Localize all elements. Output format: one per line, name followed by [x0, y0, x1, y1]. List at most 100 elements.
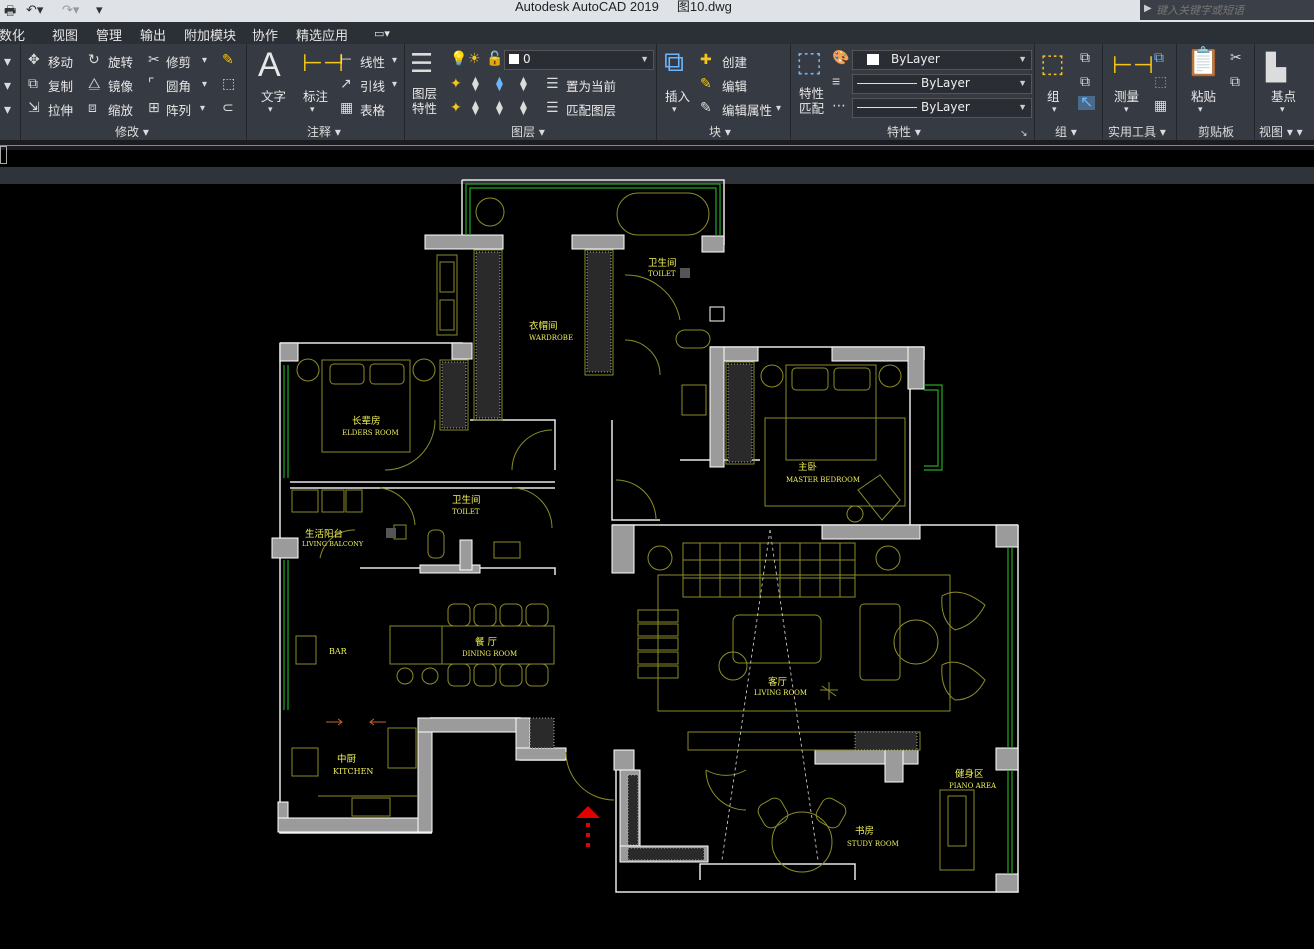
ungroup-icon[interactable]: ⧉: [1080, 50, 1090, 64]
tab-overflow-icon[interactable]: ▭▾: [374, 27, 390, 40]
paste-button[interactable]: 粘贴: [1191, 86, 1216, 105]
tab-addins[interactable]: 附加模块: [184, 25, 236, 44]
explode-icon[interactable]: ⬚: [222, 76, 235, 90]
linear-button[interactable]: 线性: [360, 52, 385, 71]
paste-dropdown-icon[interactable]: ▾: [1198, 102, 1203, 116]
edit-attributes-dropdown-icon[interactable]: ▾: [776, 102, 781, 116]
scale-button[interactable]: 缩放: [108, 100, 133, 119]
trim-dropdown-icon[interactable]: ▾: [202, 54, 207, 68]
fillet-icon[interactable]: ⌜: [148, 76, 155, 90]
edit-attributes-icon[interactable]: ✎: [700, 100, 712, 114]
trim-icon[interactable]: ✂: [148, 52, 160, 66]
layer-properties-icon[interactable]: ☰: [410, 50, 433, 76]
print-icon[interactable]: 🖶: [4, 2, 16, 24]
dimension-button[interactable]: 标注: [303, 86, 328, 105]
redo-icon[interactable]: ↷▾: [62, 2, 79, 18]
array-button[interactable]: 阵列: [166, 100, 191, 119]
lineweight-icon[interactable]: ⋯: [832, 98, 846, 112]
base-dropdown-icon[interactable]: ▾: [1280, 102, 1285, 116]
insert-dropdown-icon[interactable]: ▾: [672, 102, 677, 116]
search-expand-icon[interactable]: ▶: [1144, 3, 1152, 14]
layer-tool-icon[interactable]: ⧫: [520, 76, 527, 90]
dialog-launcher-icon[interactable]: ↘: [1020, 126, 1028, 140]
text-button[interactable]: 文字: [261, 86, 286, 105]
linetype-icon[interactable]: ≡: [832, 74, 840, 88]
fillet-button[interactable]: 圆角: [166, 76, 191, 95]
stretch-icon[interactable]: ⇲: [28, 100, 40, 114]
tab-parametric[interactable]: 参数化: [0, 25, 25, 44]
copy-clip-icon[interactable]: ⧉: [1230, 74, 1240, 88]
measure-dropdown-icon[interactable]: ▾: [1124, 102, 1129, 116]
layer-lock-icon[interactable]: 🔓: [486, 51, 503, 65]
lineweight-dropdown[interactable]: ByLayer ▼: [852, 98, 1032, 118]
insert-button[interactable]: 插入: [665, 86, 690, 105]
group-icon[interactable]: ⬚: [1040, 50, 1065, 76]
panel-title-utilities[interactable]: 实用工具 ▾: [1108, 123, 1166, 140]
panel-title-layers[interactable]: 图层 ▾: [511, 123, 545, 140]
tab-collaborate[interactable]: 协作: [252, 25, 278, 44]
trim-button[interactable]: 修剪: [166, 52, 191, 71]
tab-featured-apps[interactable]: 精选应用: [296, 25, 348, 44]
linear-icon[interactable]: ⊢: [340, 52, 352, 66]
tab-manage[interactable]: 管理: [96, 25, 122, 44]
rotate-button[interactable]: 旋转: [108, 52, 133, 71]
copy-button[interactable]: 复制: [48, 76, 73, 95]
panel-title-block[interactable]: 块 ▾: [709, 123, 731, 140]
cut-icon[interactable]: ✂: [1230, 50, 1242, 64]
layer-properties-button[interactable]: 图层 特性: [412, 86, 437, 116]
insert-icon[interactable]: ⧉: [664, 48, 684, 76]
paste-icon[interactable]: 📋: [1186, 48, 1221, 76]
edit-block-icon[interactable]: ✎: [700, 76, 712, 90]
layer-tool-icon[interactable]: ⧫: [496, 76, 503, 90]
layer-tool-icon[interactable]: ⧫: [496, 100, 503, 114]
quick-select-icon[interactable]: ⧉: [1154, 50, 1164, 64]
stretch-button[interactable]: 拉伸: [48, 100, 73, 119]
offset-icon[interactable]: ⊂: [222, 100, 234, 114]
color-wheel-icon[interactable]: 🎨: [832, 50, 849, 64]
match-layer-icon[interactable]: ☰: [546, 100, 559, 114]
dimension-dropdown-icon[interactable]: ▾: [310, 102, 315, 116]
group-selection-icon[interactable]: ↖: [1078, 95, 1096, 111]
move-button[interactable]: 移动: [48, 52, 73, 71]
linetype-dropdown[interactable]: ByLayer ▼: [852, 74, 1032, 94]
panel-title-view[interactable]: 视图 ▾ ▾: [1259, 123, 1303, 140]
mirror-button[interactable]: 镜像: [108, 76, 133, 95]
group-dropdown-icon[interactable]: ▾: [1052, 102, 1057, 116]
color-dropdown[interactable]: ByLayer ▼: [852, 50, 1032, 70]
text-icon[interactable]: A: [258, 48, 281, 82]
panel-title-annotation[interactable]: 注释 ▾: [307, 123, 341, 140]
tab-view[interactable]: 视图: [52, 25, 78, 44]
rotate-icon[interactable]: ↻: [88, 52, 100, 66]
select-all-icon[interactable]: ⬚: [1154, 74, 1167, 88]
panel-title-clipboard[interactable]: 剪贴板: [1198, 123, 1234, 140]
linear-dropdown-icon[interactable]: ▾: [392, 54, 397, 68]
edit-attributes-button[interactable]: 编辑属性: [722, 100, 772, 119]
drawing-canvas[interactable]: 衣帽间 WARDROBE 卫生间 TOILET 长辈房 ELDERS ROOM …: [0, 150, 1314, 949]
layer-tool-icon[interactable]: ⧫: [472, 100, 479, 114]
leader-icon[interactable]: ↗: [340, 76, 352, 90]
panel-title-modify[interactable]: 修改 ▾: [115, 123, 149, 140]
tab-output[interactable]: 输出: [140, 25, 166, 44]
move-icon[interactable]: ✥: [28, 52, 40, 66]
match-properties-icon[interactable]: ⬚: [796, 48, 822, 76]
table-button[interactable]: 表格: [360, 100, 385, 119]
match-properties-button[interactable]: 特性 匹配: [799, 86, 824, 116]
layer-tool-icon[interactable]: ✦: [450, 76, 462, 90]
create-block-icon[interactable]: ✚: [700, 52, 712, 66]
set-current-icon[interactable]: ☰: [546, 76, 559, 90]
layer-tool-icon[interactable]: ✦: [450, 100, 462, 114]
dropdown-icon[interactable]: ▾: [4, 54, 11, 68]
search-box[interactable]: ▶: [1140, 0, 1314, 20]
dropdown-icon[interactable]: ▾: [4, 102, 11, 116]
edit-block-button[interactable]: 编辑: [722, 76, 747, 95]
layer-freeze-icon[interactable]: ☀: [468, 51, 481, 65]
layer-dropdown[interactable]: 0 ▼: [504, 50, 654, 70]
erase-icon[interactable]: ✎: [222, 52, 234, 66]
text-dropdown-icon[interactable]: ▾: [268, 102, 273, 116]
calculator-icon[interactable]: ▦: [1154, 98, 1167, 112]
mirror-icon[interactable]: ⧋: [88, 76, 101, 90]
set-current-button[interactable]: 置为当前: [566, 76, 616, 95]
measure-icon[interactable]: ⊢⊣: [1112, 54, 1154, 78]
dimension-icon[interactable]: ⊢⊣: [302, 52, 344, 76]
layer-on-icon[interactable]: 💡: [450, 51, 467, 65]
